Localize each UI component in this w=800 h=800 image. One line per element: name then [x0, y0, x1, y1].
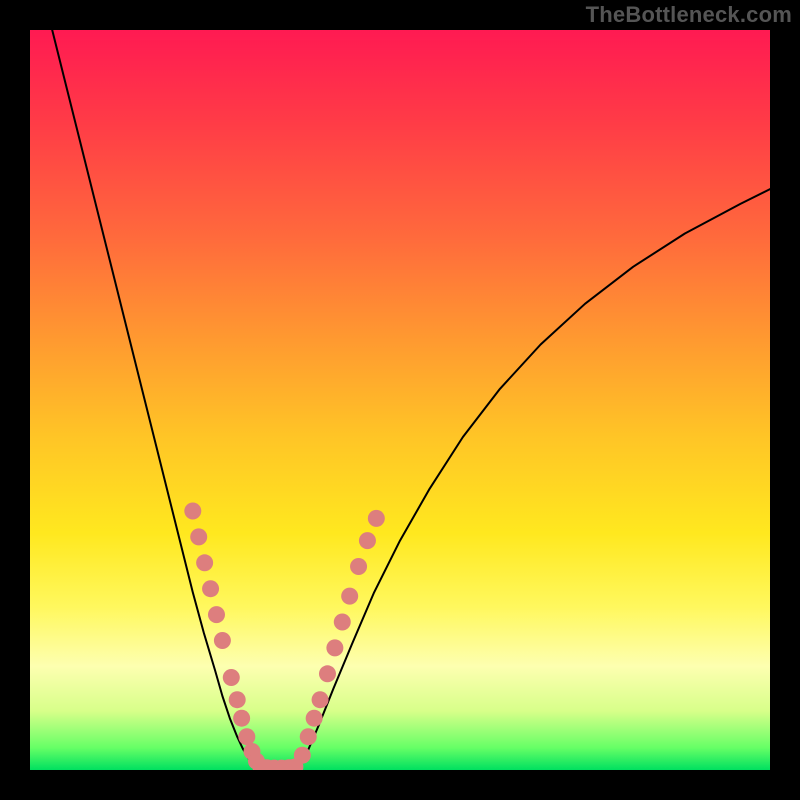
chart-frame: TheBottleneck.com — [0, 0, 800, 800]
marker-dot — [214, 632, 231, 649]
marker-dot — [350, 558, 367, 575]
marker-dot — [368, 510, 385, 527]
marker-dot — [294, 747, 311, 764]
marker-dot — [229, 691, 246, 708]
marker-dot — [190, 528, 207, 545]
series-curve-left — [52, 30, 259, 769]
marker-dot — [359, 532, 376, 549]
marker-dot — [326, 639, 343, 656]
marker-dot — [300, 728, 317, 745]
series-curve-right — [298, 189, 770, 768]
marker-dot — [306, 710, 323, 727]
marker-dot — [334, 614, 351, 631]
marker-dot — [184, 503, 201, 520]
marker-dot — [208, 606, 225, 623]
watermark-text: TheBottleneck.com — [586, 2, 792, 28]
plot-overlay — [30, 30, 770, 770]
marker-dot — [238, 728, 255, 745]
marker-dot — [312, 691, 329, 708]
curve-layer — [52, 30, 770, 769]
marker-dot — [233, 710, 250, 727]
marker-dot — [319, 665, 336, 682]
marker-dot — [223, 669, 240, 686]
marker-dot — [341, 588, 358, 605]
plot-area — [30, 30, 770, 770]
marker-dot — [202, 580, 219, 597]
marker-dot — [196, 554, 213, 571]
